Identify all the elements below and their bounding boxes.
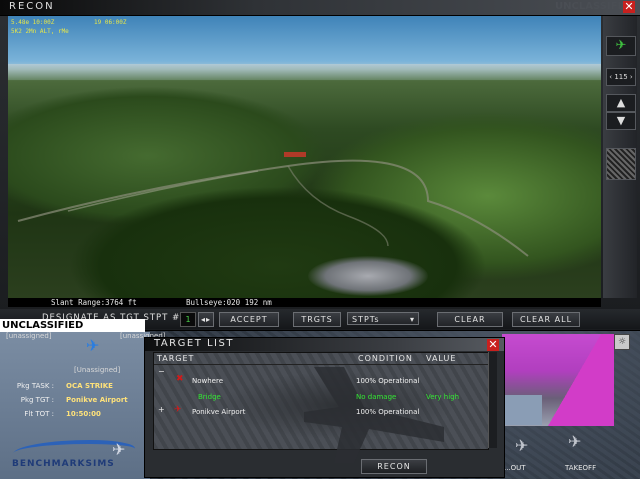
hud-line: 5K2 2Mn ALT, rMe <box>11 28 69 35</box>
target-list-window: TARGET LIST ✕ TARGET CONDITION VALUE − ✖… <box>144 337 505 478</box>
recon-3d-view[interactable]: 5.48e 10:00Z 19 06:00Z 5K2 2Mn ALT, rMe <box>8 16 601 298</box>
heading-right-arrow-icon: › <box>629 73 633 81</box>
heading-left-arrow-icon: ‹ <box>609 73 613 81</box>
recon-photo-icon[interactable] <box>606 148 636 180</box>
target-list-titlebar[interactable]: TARGET LIST ✕ <box>145 338 504 351</box>
airbase-target-icon: ✈ <box>174 405 182 415</box>
aircraft-icon[interactable]: ✈ <box>606 36 636 56</box>
pkg-tgt-value: Ponikve Airport <box>66 396 128 404</box>
header-divider <box>154 364 488 365</box>
target-list-close-icon[interactable]: ✕ <box>487 339 499 351</box>
target-name[interactable]: Bridge <box>198 393 221 401</box>
column-header-value[interactable]: VALUE <box>426 354 456 363</box>
takeoff-label[interactable]: TAKEOFF <box>565 464 596 472</box>
zoom-out-arrow-icon[interactable]: ▼ <box>606 112 636 130</box>
recon-close-icon[interactable]: ✕ <box>623 1 635 13</box>
target-name[interactable]: Nowhere <box>192 377 223 385</box>
target-name[interactable]: Ponikve Airport <box>192 408 245 416</box>
action-label[interactable]: ...OUT <box>504 464 526 472</box>
pkg-tgt-label: Pkg TGT : <box>20 396 54 404</box>
target-condition: No damage <box>356 393 397 401</box>
stpt-number-field[interactable]: 1 <box>180 312 196 327</box>
target-destroyed-icon: ✖ <box>176 374 184 384</box>
column-header-target[interactable]: TARGET <box>157 354 194 363</box>
chevron-down-icon: ▾ <box>409 315 415 324</box>
brand-logo: BENCHMARKSIMS <box>12 459 115 469</box>
bridge-target-marker <box>284 152 306 157</box>
stpt-stepper-icon[interactable]: ◂▸ <box>198 312 214 327</box>
zoom-in-arrow-icon[interactable]: ▲ <box>606 94 636 112</box>
flight-slot-label: [Unassigned] <box>74 366 121 374</box>
targets-button[interactable]: TRGTS <box>293 312 341 327</box>
slant-range-readout: Slant Range:3764 ft <box>51 298 137 307</box>
flt-tot-value: 10:50:00 <box>66 410 101 418</box>
terrain-roads <box>17 152 529 257</box>
flight-slot-label: [unassigned] <box>6 332 52 340</box>
recon-button[interactable]: RECON <box>361 459 427 474</box>
recon-window: RECON UNCLASSIFIED ✕ 5.48e 10:00Z 19 06:… <box>0 0 640 331</box>
brand-jet-icon: ✈ <box>112 440 126 459</box>
pkg-task-label: Pkg TASK : <box>16 382 54 390</box>
hud-line: 19 06:00Z <box>94 19 127 26</box>
heading-readout[interactable]: ‹ 115 › <box>606 68 636 86</box>
classification-banner: UNCLASSIFIED <box>0 319 145 332</box>
row-expander-icon[interactable]: + <box>158 405 165 414</box>
row-expander-icon[interactable]: − <box>158 367 165 376</box>
takeoff-jet-icon: ✈ <box>568 432 582 451</box>
target-list-table: TARGET CONDITION VALUE − ✖ Nowhere 100% … <box>153 352 489 463</box>
settings-gear-icon[interactable]: ☼ <box>614 334 630 350</box>
jet-icon[interactable]: ✈ <box>86 336 99 355</box>
clear-all-button[interactable]: CLEAR ALL <box>512 312 580 327</box>
heading-value: 115 <box>614 73 628 81</box>
flt-tot-label: Flt TOT : <box>24 410 54 418</box>
accept-button[interactable]: ACCEPT <box>219 312 279 327</box>
stpts-dropdown[interactable]: STPTs ▾ <box>347 312 419 325</box>
recon-side-panel: ✈ ‹ 115 › ▲ ▼ <box>603 16 637 298</box>
stpts-dropdown-label: STPTs <box>352 315 380 324</box>
jet-icon: ✈ <box>515 436 529 455</box>
target-condition: 100% Operational <box>356 408 420 416</box>
target-value: Very high <box>426 393 460 401</box>
mini-map-terrain <box>502 395 542 425</box>
pkg-task-value: OCA STRIKE <box>66 382 113 390</box>
hud-line: 5.48e 10:00Z <box>11 19 55 26</box>
status-strip: Slant Range:3764 ft Bullseye:020 192 nm <box>8 298 601 307</box>
recon-title: RECON <box>9 1 55 12</box>
recon-titlebar[interactable]: RECON UNCLASSIFIED ✕ <box>0 0 640 16</box>
target-list-scrollbar[interactable] <box>488 352 497 448</box>
bullseye-readout: Bullseye:020 192 nm <box>186 298 272 307</box>
target-condition: 100% Operational <box>356 377 420 385</box>
target-list-title: TARGET LIST <box>154 338 234 349</box>
column-header-condition[interactable]: CONDITION <box>358 354 413 363</box>
clear-button[interactable]: CLEAR <box>437 312 503 327</box>
